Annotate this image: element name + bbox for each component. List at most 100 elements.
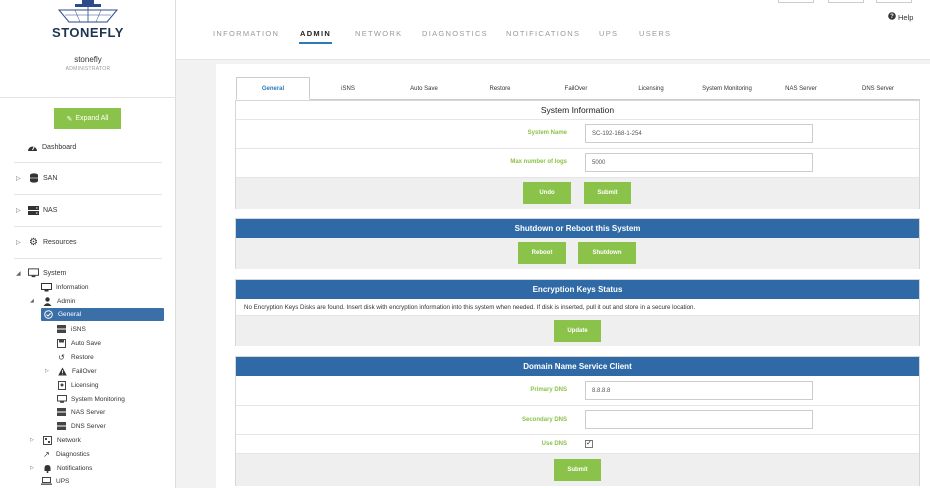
subtab-failover[interactable]: FailOver: [538, 77, 614, 100]
form-row: Max number of logs 5000: [236, 148, 919, 177]
active-tab-indicator: [299, 42, 332, 44]
monitor-icon: [28, 268, 39, 278]
sidebar-item-diagnostics[interactable]: ↗ Diagnostics: [41, 449, 90, 459]
server-icon: [56, 407, 67, 417]
sidebar-item-failover[interactable]: ▷ FailOver: [45, 366, 97, 376]
submit-button[interactable]: Submit: [584, 182, 631, 204]
expand-all-button[interactable]: ✎ Expand All: [54, 108, 121, 129]
subtab-isns[interactable]: iSNS: [310, 77, 386, 100]
pencil-icon: ✎: [66, 115, 73, 123]
secondary-dns-input[interactable]: [585, 410, 813, 429]
use-dns-label: Use DNS: [541, 441, 567, 447]
sidebar-label-general: General: [58, 311, 82, 318]
svg-text:?: ?: [890, 14, 894, 20]
button-bar: Submit: [236, 453, 919, 486]
sidebar-item-licensing[interactable]: Licensing: [56, 380, 98, 390]
dns-submit-button[interactable]: Submit: [554, 459, 601, 481]
primary-dns-input[interactable]: 8.8.8.8: [585, 381, 813, 400]
sidebar-item-restore[interactable]: ↺ Restore: [56, 352, 94, 362]
button-bar: Update: [236, 315, 919, 346]
user-role: ADMINISTRATOR: [65, 66, 111, 72]
database-icon: [28, 173, 39, 183]
sidebar-item-information[interactable]: Information: [41, 282, 89, 292]
tab-users[interactable]: USERS: [639, 29, 671, 38]
dashboard-icon: [27, 142, 38, 152]
license-icon: [56, 380, 67, 390]
sidebar-label-diagnostics: Diagnostics: [56, 450, 90, 458]
sidebar-label-dns-server: DNS Server: [71, 422, 106, 430]
server-icon: [56, 324, 67, 334]
sidebar-item-auto-save[interactable]: Auto Save: [56, 338, 101, 348]
shutdown-button[interactable]: Shutdown: [578, 242, 636, 264]
sidebar-item-dns-server[interactable]: DNS Server: [56, 421, 106, 431]
sidebar-label-failover: FailOver: [72, 367, 97, 375]
tab-network[interactable]: NETWORK: [355, 29, 402, 38]
sidebar-item-notifications[interactable]: ▷ Notifications: [30, 463, 92, 473]
sidebar-item-admin[interactable]: ◢ Admin: [30, 296, 75, 306]
shutdown-section: Shutdown or Reboot this System Reboot Sh…: [235, 218, 920, 269]
sidebar-label-system: System: [43, 269, 67, 277]
top-navigation: INFORMATION ADMIN NETWORK DIAGNOSTICS NO…: [176, 0, 930, 60]
caret-right-icon: ▷: [30, 465, 34, 471]
subtab-licensing[interactable]: Licensing: [614, 77, 688, 100]
section-title: Encryption Keys Status: [236, 280, 919, 299]
subtab-general[interactable]: General: [236, 77, 310, 100]
button-bar: Reboot Shutdown: [236, 238, 919, 269]
tab-admin[interactable]: ADMIN: [300, 29, 331, 38]
sidebar-item-system-monitoring[interactable]: System Monitoring: [56, 394, 125, 404]
sidebar-label-restore: Restore: [71, 353, 94, 361]
max-logs-input[interactable]: 5000: [585, 153, 813, 172]
question-circle-icon: ?: [888, 12, 896, 22]
subtab-system-monitoring[interactable]: System Monitoring: [688, 77, 766, 100]
sidebar-item-network[interactable]: ▷ Network: [30, 435, 81, 445]
system-name-label: System Name: [527, 130, 567, 136]
sidebar-item-system[interactable]: ◢ System: [16, 268, 66, 278]
sidebar-item-isns[interactable]: iSNS: [56, 324, 86, 334]
help-link[interactable]: ? Help: [888, 12, 913, 22]
undo-button[interactable]: Undo: [523, 182, 571, 204]
use-dns-checkbox[interactable]: ✓: [585, 440, 593, 448]
form-row: System Name SC-192-168-1-254: [236, 119, 919, 148]
sidebar-line: [14, 194, 162, 195]
tab-ups[interactable]: UPS: [599, 29, 618, 38]
user-icon: [42, 296, 53, 306]
sidebar-item-ups[interactable]: UPS: [41, 476, 69, 486]
sidebar-label-system-monitoring: System Monitoring: [71, 395, 125, 403]
sidebar-item-nas-server[interactable]: NAS Server: [56, 407, 105, 417]
tab-notifications[interactable]: NOTIFICATIONS: [506, 29, 580, 38]
encryption-section: Encryption Keys Status No Encryption Key…: [235, 279, 920, 346]
sidebar-item-san[interactable]: ▷ SAN: [16, 173, 57, 183]
server-icon: [56, 421, 67, 431]
sidebar-item-dashboard[interactable]: Dashboard: [27, 142, 76, 152]
tab-information[interactable]: INFORMATION: [213, 29, 279, 38]
encryption-message: No Encryption Keys Disks are found. Inse…: [244, 304, 696, 311]
system-information-section: System Information System Name SC-192-16…: [235, 100, 920, 209]
sidebar-label-resources: Resources: [43, 238, 77, 246]
section-title: Domain Name Service Client: [236, 357, 919, 376]
subtab-auto-save[interactable]: Auto Save: [386, 77, 462, 100]
sidebar-item-nas[interactable]: ▷ NAS: [16, 205, 57, 215]
sidebar-label-auto-save: Auto Save: [71, 339, 101, 347]
subtab-dns-server[interactable]: DNS Server: [836, 77, 920, 100]
sidebar-line: [14, 258, 162, 259]
primary-dns-label: Primary DNS: [530, 387, 567, 393]
admin-subtabs: General iSNS Auto Save Restore FailOver …: [236, 77, 920, 100]
help-label: Help: [898, 12, 914, 22]
sidebar-line: [14, 226, 162, 227]
sidebar-label-isns: iSNS: [71, 325, 86, 333]
top-toolbar-button[interactable]: [876, 0, 912, 3]
top-toolbar-button[interactable]: [778, 0, 814, 3]
reboot-button[interactable]: Reboot: [518, 242, 566, 264]
caret-right-icon: ▷: [45, 368, 49, 374]
subtab-restore[interactable]: Restore: [462, 77, 538, 100]
sidebar-label-licensing: Licensing: [71, 381, 99, 389]
tab-diagnostics[interactable]: DIAGNOSTICS: [422, 29, 488, 38]
subtab-nas-server[interactable]: NAS Server: [766, 77, 836, 100]
sidebar-item-resources[interactable]: ▷ ⚙ Resources: [16, 237, 77, 248]
update-button[interactable]: Update: [554, 320, 601, 342]
sidebar-item-general[interactable]: General: [41, 308, 164, 321]
top-toolbar-button[interactable]: [828, 0, 864, 3]
system-name-input[interactable]: SC-192-168-1-254: [585, 124, 813, 143]
sidebar-label-nas-server: NAS Server: [71, 408, 106, 416]
user-name: stonefly: [74, 55, 102, 64]
